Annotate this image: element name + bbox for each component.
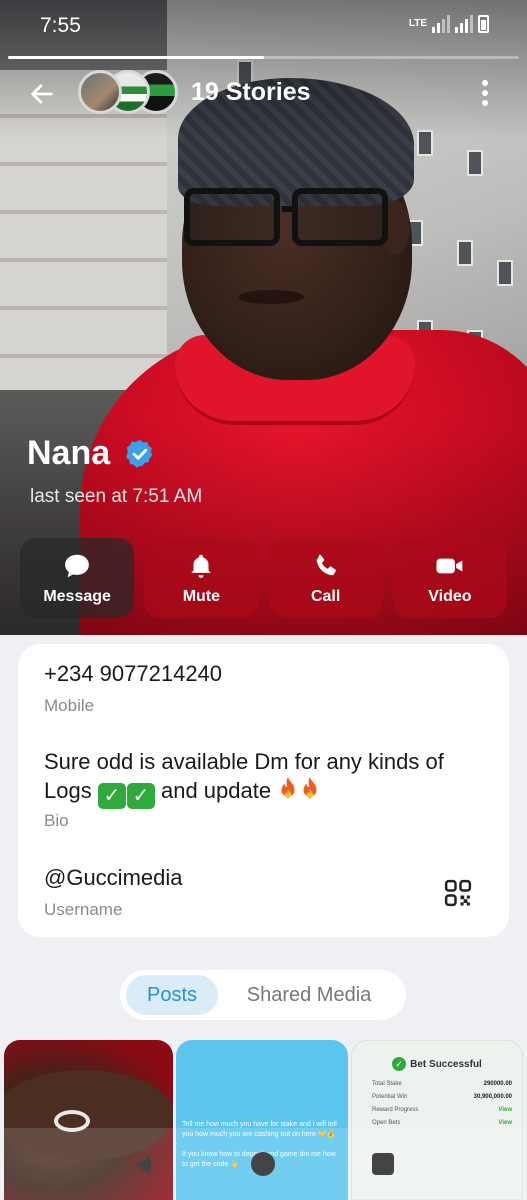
mute-button[interactable]: Mute — [144, 538, 259, 618]
username[interactable]: @Guccimedia — [44, 864, 183, 892]
fire-emoji-icon — [281, 777, 295, 799]
chat-bubble-icon — [61, 550, 93, 582]
signal-icon — [455, 15, 473, 33]
bio-text[interactable]: Sure odd is available Dm for any kinds o… — [44, 748, 444, 809]
fire-emoji-icon — [303, 777, 317, 799]
phone-icon — [310, 550, 342, 582]
profile-info-card: +234 9077214240 Mobile Sure odd is avail… — [18, 644, 509, 937]
signal-icon — [432, 15, 450, 33]
message-label: Message — [43, 588, 111, 605]
profile-hero: 7:55 LTE 19 Stories Nana last seen at 7:… — [0, 0, 527, 635]
stories-avatars[interactable] — [78, 70, 178, 114]
status-time: 7:55 — [40, 14, 81, 37]
arrow-left-icon — [31, 84, 53, 104]
action-buttons: Message Mute Call Video — [20, 538, 507, 618]
bio-line-2-end: and update — [160, 778, 272, 803]
system-nav-bar — [0, 1128, 527, 1200]
nav-recents-icon[interactable] — [372, 1153, 394, 1175]
profile-name-row: Nana — [27, 434, 156, 473]
profile-name: Nana — [27, 434, 111, 472]
status-bar: 7:55 LTE — [0, 0, 527, 52]
check-circle-icon: ✓ — [392, 1057, 407, 1071]
profile-tabs: Posts Shared Media — [120, 970, 406, 1020]
stories-count[interactable]: 19 Stories — [191, 78, 311, 107]
verified-badge-icon[interactable] — [124, 438, 156, 470]
phone-number[interactable]: +234 9077214240 — [44, 660, 222, 688]
nav-home-icon[interactable] — [251, 1152, 275, 1176]
bio-label: Bio — [44, 811, 69, 830]
tab-posts[interactable]: Posts — [126, 975, 218, 1015]
back-button[interactable] — [22, 74, 62, 114]
check-mark-emoji-icon: ✓ — [97, 783, 126, 809]
video-label: Video — [428, 588, 472, 605]
call-button[interactable]: Call — [268, 538, 383, 618]
story-progress-bar — [8, 56, 519, 59]
video-camera-icon — [434, 550, 466, 582]
username-label: Username — [44, 900, 123, 919]
network-type: LTE — [408, 18, 427, 29]
nav-back-icon[interactable] — [130, 1152, 156, 1178]
check-mark-emoji-icon: ✓ — [126, 783, 155, 809]
tab-shared-media[interactable]: Shared Media — [218, 975, 400, 1015]
bio-line-1: Sure odd is available Dm for any kinds o… — [44, 749, 444, 774]
qr-code-button[interactable] — [443, 878, 473, 908]
video-button[interactable]: Video — [392, 538, 507, 618]
qr-code-icon — [444, 879, 472, 907]
avatar — [78, 70, 122, 114]
call-label: Call — [310, 588, 341, 605]
more-vertical-icon — [482, 80, 488, 86]
bell-icon — [185, 550, 217, 582]
bet-details: Total Stake 290000.00 Potential Win 30,900… — [372, 1081, 512, 1126]
message-button[interactable]: Message — [20, 538, 135, 618]
top-bar: 19 Stories — [0, 66, 527, 118]
battery-icon — [478, 15, 489, 33]
phone-label: Mobile — [44, 696, 95, 715]
bet-title: ✓ Bet Successful — [352, 1057, 522, 1071]
more-options-button[interactable] — [473, 78, 497, 108]
bio-line-2-start: Logs — [44, 778, 92, 803]
last-seen-status: last seen at 7:51 AM — [30, 486, 203, 507]
mute-label: Mute — [182, 588, 221, 605]
